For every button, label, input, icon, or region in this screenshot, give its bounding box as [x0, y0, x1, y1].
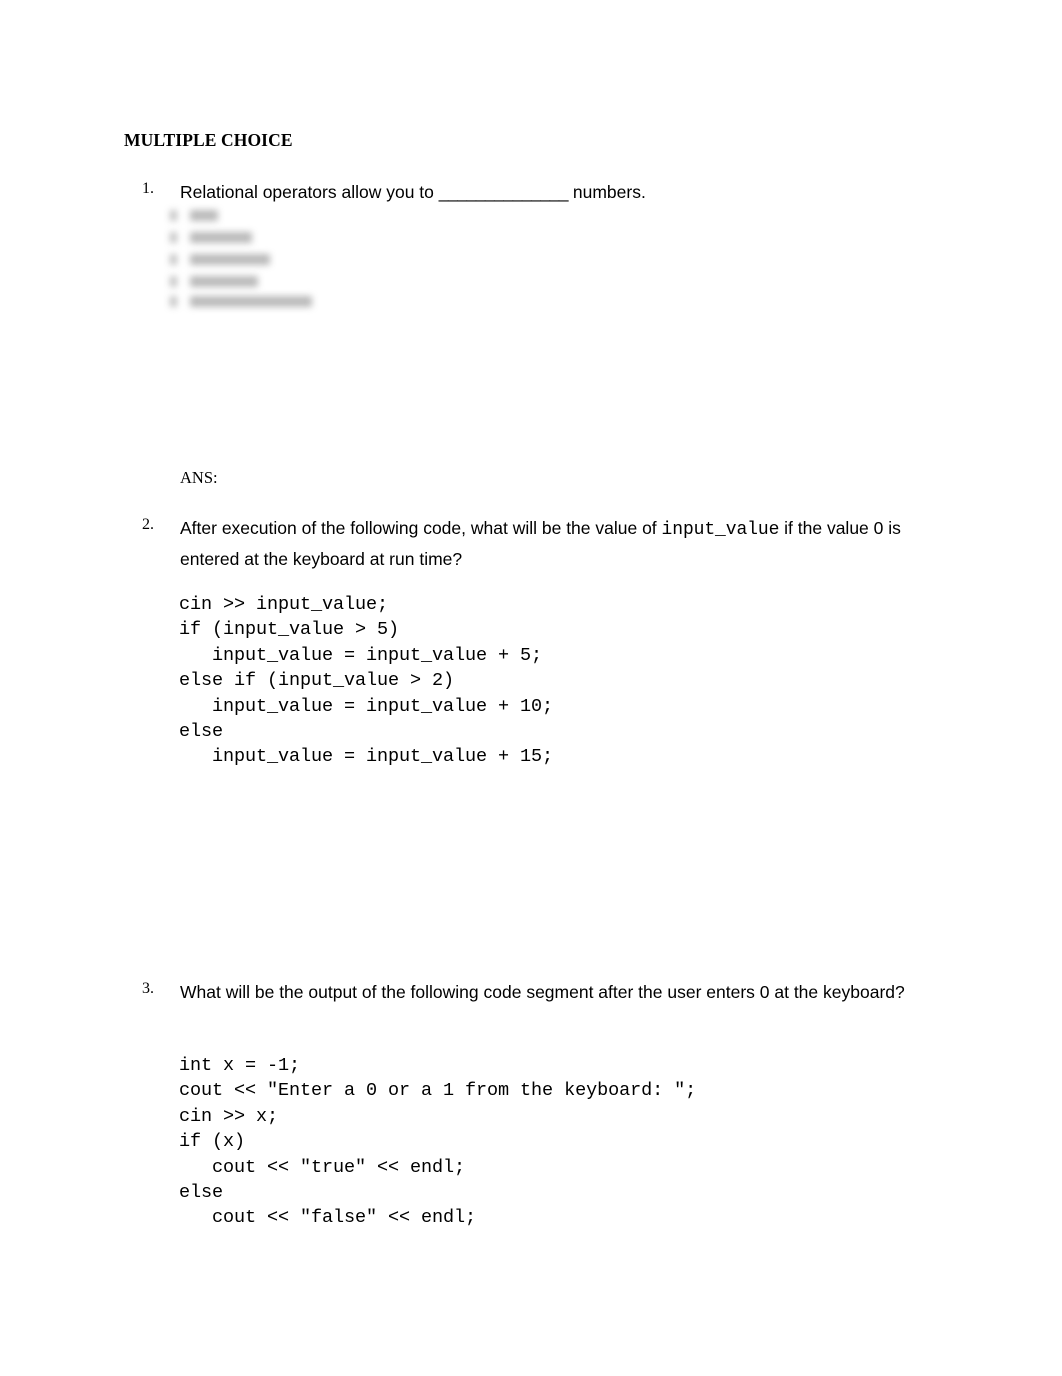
answer-label-1: ANS:	[180, 468, 218, 487]
question-1-text-before-blank: Relational operators allow you to	[180, 182, 439, 202]
question-number-2: 2.	[142, 516, 154, 533]
code-block-question-2: cin >> input_value; if (input_value > 5)…	[179, 594, 554, 768]
section-heading: MULTIPLE CHOICE	[124, 130, 293, 150]
question-text-1: Relational operators allow you to ______…	[180, 178, 954, 207]
question-text-3: What will be the output of the following…	[180, 982, 905, 1002]
question-item-1: 1. Relational operators allow you to ___…	[124, 178, 954, 207]
question-text-2: After execution of the following code, w…	[180, 514, 954, 574]
document-page: MULTIPLE CHOICE 1. Relational operators …	[0, 0, 1062, 1376]
question-2-text-part1: After execution of the following code, w…	[180, 518, 662, 538]
question-1-answer-blank: ______________	[438, 182, 569, 202]
code-block-question-3: int x = -1; cout << "Enter a 0 or a 1 fr…	[179, 1055, 697, 1229]
question-number-1: 1.	[142, 180, 154, 197]
question-item-3: 3. What will be the output of the follow…	[124, 978, 954, 1007]
question-2-mono-term: input_value	[661, 520, 780, 540]
question-number-3: 3.	[142, 980, 154, 997]
question-item-2: 2. After execution of the following code…	[124, 514, 954, 574]
question-1-text-after-blank: numbers.	[568, 182, 646, 202]
question-1-choices-redacted	[168, 206, 348, 318]
